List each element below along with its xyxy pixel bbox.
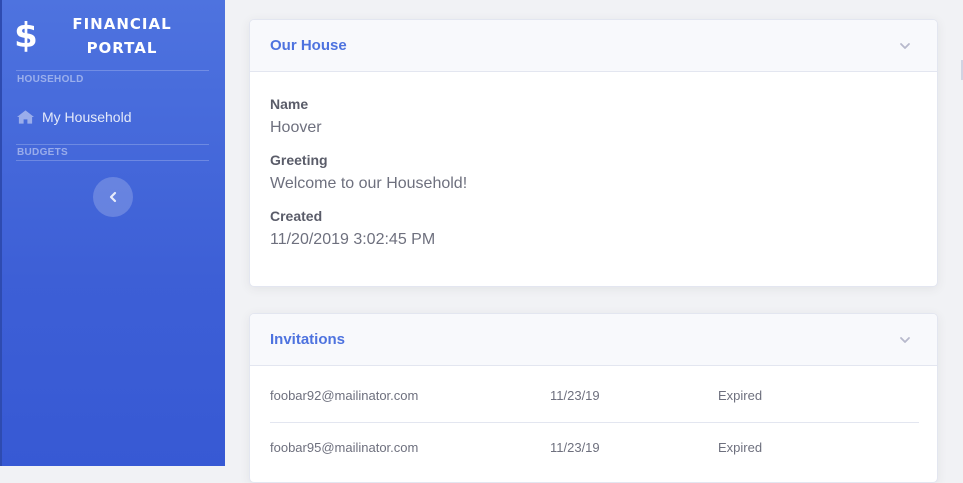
chevron-down-icon[interactable]: [899, 334, 911, 346]
invitations-card: Invitations foobar92@mailinator.com 11/2…: [249, 313, 938, 483]
greeting-label: Greeting: [270, 152, 328, 168]
created-label: Created: [270, 208, 323, 224]
brand-title-line2: PORTAL: [86, 39, 158, 57]
name-value: Hoover: [270, 119, 322, 136]
invitation-date: 11/23/19: [550, 440, 600, 455]
sidebar-divider: [16, 144, 209, 145]
chevron-down-icon[interactable]: [899, 40, 911, 52]
row-divider: [270, 422, 919, 423]
invitations-card-header[interactable]: Invitations: [250, 314, 937, 366]
sidebar-heading-household: HOUSEHOLD: [17, 74, 84, 85]
invitation-status: Expired: [718, 440, 763, 455]
dollar-icon: $: [14, 16, 38, 54]
sidebar-heading-budgets: BUDGETS: [17, 147, 68, 158]
brand-title: FINANCIAL PORTAL: [58, 12, 186, 60]
invitation-status: Expired: [718, 388, 763, 403]
sidebar-divider: [16, 160, 209, 161]
invitation-date: 11/23/19: [550, 388, 600, 403]
household-card-title: Our House: [270, 37, 347, 54]
sidebar-divider: [16, 70, 209, 71]
brand[interactable]: $ FINANCIAL PORTAL: [0, 0, 225, 70]
invitation-email: foobar92@mailinator.com: [270, 388, 419, 403]
table-row[interactable]: foobar95@mailinator.com 11/23/19 Expired: [270, 440, 919, 482]
greeting-value: Welcome to our Household!: [270, 175, 468, 192]
name-label: Name: [270, 96, 309, 112]
chevron-left-icon: [109, 191, 117, 203]
invitations-card-title: Invitations: [270, 331, 346, 348]
sidebar-item-my-household[interactable]: My Household: [17, 106, 132, 128]
created-value: 11/20/2019 3:02:45 PM: [270, 231, 436, 248]
brand-title-line1: FINANCIAL: [72, 15, 172, 33]
household-card: Our House Name Hoover Greeting Welcome t…: [249, 19, 938, 287]
home-icon: [17, 110, 34, 124]
table-row[interactable]: foobar92@mailinator.com 11/23/19 Expired: [270, 388, 919, 445]
sidebar: $ FINANCIAL PORTAL HOUSEHOLD My Househol…: [0, 0, 225, 466]
svg-text:$: $: [14, 16, 38, 54]
household-card-header[interactable]: Our House: [250, 20, 937, 72]
invitation-email: foobar95@mailinator.com: [270, 440, 419, 455]
sidebar-toggle-button[interactable]: [93, 177, 133, 217]
sidebar-item-label: My Household: [42, 109, 132, 125]
